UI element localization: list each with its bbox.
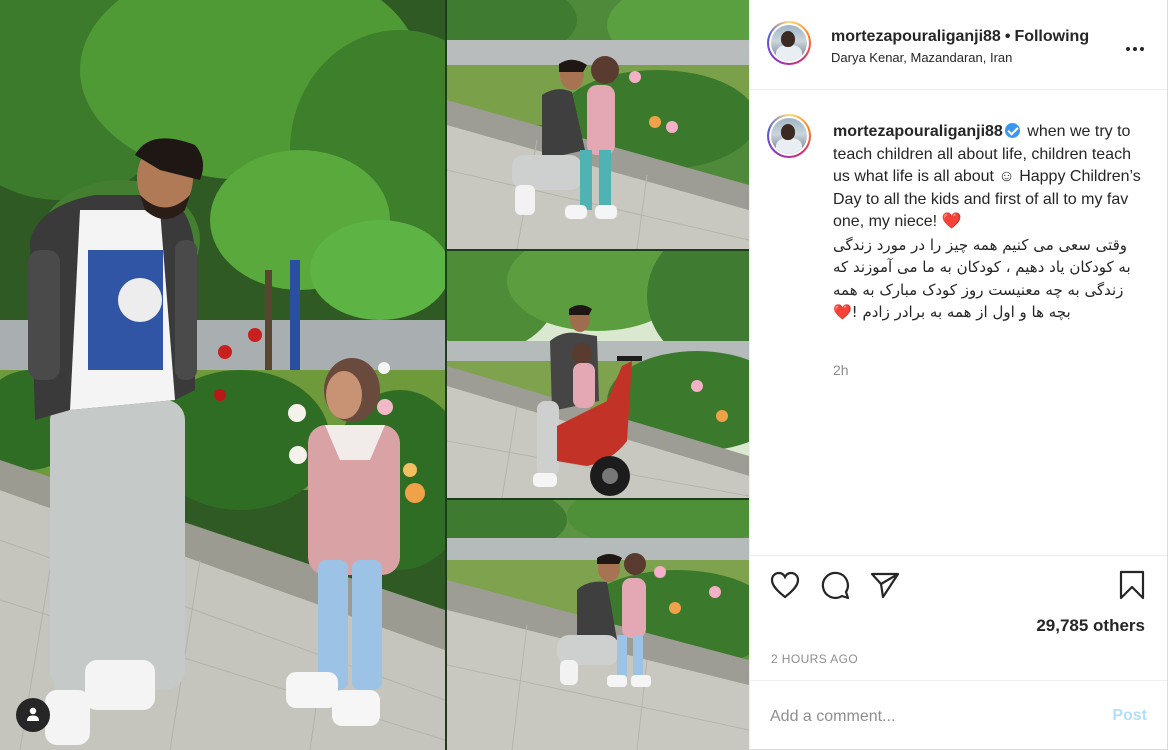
save-button[interactable] xyxy=(1115,570,1149,604)
caption-username[interactable]: mortezapouraliganji88 xyxy=(833,123,1003,140)
post-photo[interactable] xyxy=(0,0,749,750)
user-tags-button[interactable] xyxy=(16,698,50,732)
photo-collage-middle xyxy=(447,251,749,498)
following-button[interactable]: Following xyxy=(1014,28,1089,45)
caption-time[interactable]: 2h xyxy=(833,362,849,378)
more-options-icon xyxy=(1125,36,1145,57)
heart-icon xyxy=(770,571,800,604)
post-header: mortezapouraliganji88 • Following Darya Ke… xyxy=(750,0,1167,90)
comment-icon xyxy=(820,570,850,605)
bookmark-icon xyxy=(1119,570,1145,605)
location-link[interactable]: Darya Kenar, Mazandaran, Iran xyxy=(831,50,1107,65)
verified-badge-icon xyxy=(1004,123,1020,138)
caption-avatar[interactable] xyxy=(767,114,811,158)
comment-button[interactable] xyxy=(818,570,852,604)
post-timestamp[interactable]: 2 HOURS AGO xyxy=(771,652,858,666)
caption-text: mortezapouraliganji88 when we try to tea… xyxy=(833,121,1143,324)
user-tag-icon xyxy=(25,706,41,725)
comment-input[interactable] xyxy=(770,705,1090,729)
more-options-button[interactable] xyxy=(1123,36,1147,56)
photo-main-scene xyxy=(0,0,445,750)
likes-count[interactable]: 29,785 others xyxy=(1036,616,1145,636)
share-icon xyxy=(870,571,900,604)
share-button[interactable] xyxy=(868,570,902,604)
header-username[interactable]: mortezapouraliganji88 xyxy=(831,28,1001,45)
caption-persian: وقتی سعی می کنیم همه چیز را در مورد زندگ… xyxy=(833,235,1131,322)
comment-bar: Post xyxy=(750,680,1167,750)
post-actions: 29,785 others 2 HOURS AGO xyxy=(750,555,1167,680)
caption-section: mortezapouraliganji88 when we try to tea… xyxy=(750,90,1167,555)
separator-dot: • xyxy=(1004,28,1011,45)
like-button[interactable] xyxy=(768,570,802,604)
photo-collage-bottom xyxy=(447,500,749,750)
avatar[interactable] xyxy=(767,21,811,65)
post-sidebar: mortezapouraliganji88 • Following Darya Ke… xyxy=(749,0,1168,750)
photo-collage-top xyxy=(447,0,749,249)
post-comment-button[interactable]: Post xyxy=(1112,707,1147,725)
